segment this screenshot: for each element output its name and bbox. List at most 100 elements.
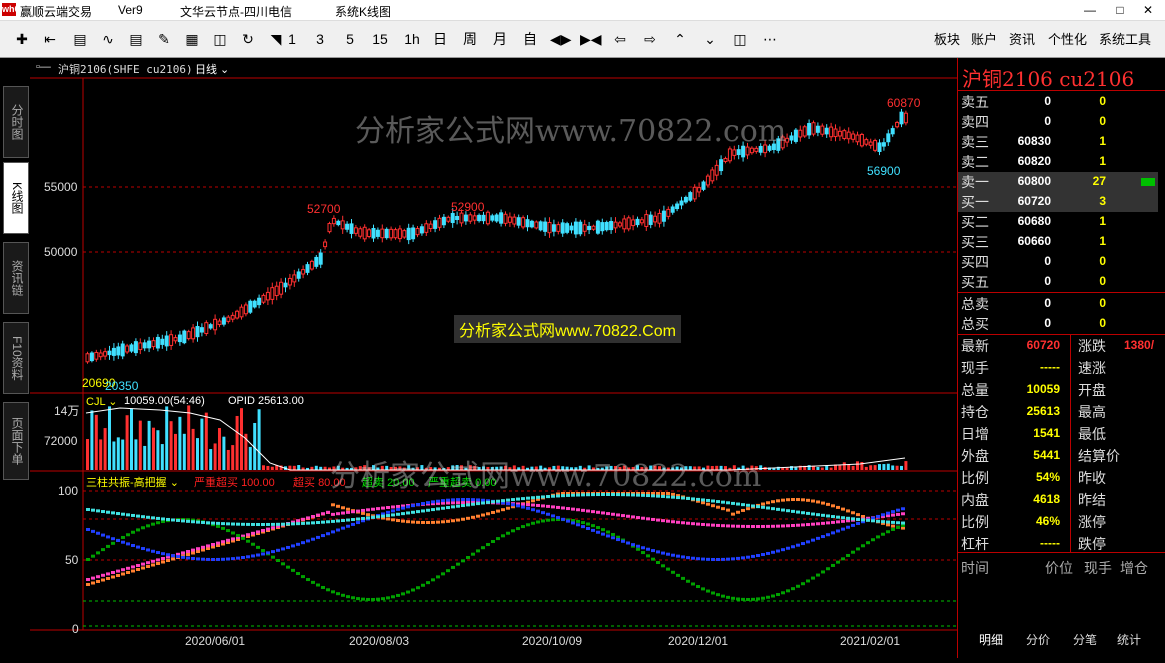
layout-icon[interactable]: ◫ <box>730 29 750 49</box>
total-row[interactable]: 总卖 0 0 <box>958 294 1158 314</box>
osc-selector[interactable]: 三柱共振-高把握 ⌄ <box>86 474 179 490</box>
osc-mark <box>821 513 825 517</box>
bar-icon[interactable]: ▦ <box>182 29 202 49</box>
osc-mark <box>741 597 745 601</box>
osc-mark <box>831 504 835 508</box>
candle-body <box>490 215 495 221</box>
osc-mark <box>846 516 850 520</box>
osc-mark <box>396 519 400 523</box>
order-book-row[interactable]: 买四 0 0 <box>958 252 1158 272</box>
osc-mark <box>456 501 460 505</box>
menu-system-tools[interactable]: 系统工具 <box>1099 29 1151 48</box>
period-selector[interactable]: 日线 ⌄ <box>195 61 229 77</box>
tab-kline[interactable]: K线图 <box>3 162 29 234</box>
line-chart-icon[interactable]: ∿ <box>98 29 118 49</box>
osc-mark <box>511 503 515 507</box>
osc-mark <box>386 506 390 510</box>
back-icon[interactable]: ⇤ <box>40 29 60 49</box>
zoom-out-icon[interactable]: ▶◀ <box>580 29 602 49</box>
minimize-icon[interactable]: — <box>1075 0 1105 20</box>
chart-area[interactable]: 55000 50000 14万 72000 100 50 0 ▫— 沪铜2106… <box>30 58 957 658</box>
period-3[interactable]: 3 <box>310 29 330 49</box>
trade-header-time: 时间 <box>961 560 989 576</box>
osc-mark <box>746 507 750 511</box>
kline-icon[interactable]: ▤ <box>126 29 146 49</box>
order-book-row[interactable]: 买三 60660 1 <box>958 232 1158 252</box>
row-price: 0 <box>1044 94 1051 108</box>
volume-bar <box>297 465 301 470</box>
row-price: 60660 <box>1017 234 1051 248</box>
order-book-row[interactable]: 卖五 0 0 <box>958 92 1158 112</box>
osc-mark <box>771 500 775 504</box>
osc-mark <box>616 538 620 542</box>
osc-mark <box>111 511 115 515</box>
total-row[interactable]: 总买 0 0 <box>958 314 1158 334</box>
order-book-row[interactable]: 卖三 60830 1 <box>958 132 1158 152</box>
arrow-down-icon[interactable]: ⌄ <box>700 29 720 49</box>
order-book-row[interactable]: 买二 60680 1 <box>958 212 1158 232</box>
osc-mark <box>796 584 800 588</box>
save-icon[interactable]: ◫ <box>210 29 230 49</box>
row-price: 0 <box>1044 274 1051 288</box>
refresh-icon[interactable]: ↻ <box>238 29 258 49</box>
osc-mark <box>451 501 455 505</box>
tab-stats[interactable]: 统计 <box>1117 631 1141 648</box>
arrow-up-icon[interactable]: ⌃ <box>670 29 690 49</box>
candle-body <box>103 351 108 357</box>
volume-bar <box>112 441 116 470</box>
period-month[interactable]: 月 <box>490 29 510 49</box>
tab-ticks[interactable]: 分笔 <box>1073 631 1097 648</box>
osc-mark <box>201 548 205 552</box>
osc-mark <box>836 520 840 524</box>
close-icon[interactable]: ✕ <box>1133 0 1163 20</box>
menu-sector[interactable]: 板块 <box>934 29 960 48</box>
osc-mark <box>886 523 890 527</box>
candle-body <box>160 338 165 345</box>
arrow-right-icon[interactable]: ⇨ <box>640 29 660 49</box>
row-label: 卖五 <box>961 94 989 110</box>
osc-mark <box>116 512 120 516</box>
tab-detail[interactable]: 明细 <box>979 631 1003 648</box>
volume-selector[interactable]: CJL ⌄ <box>86 395 117 408</box>
tab-order[interactable]: 页面下单 <box>3 402 29 480</box>
maximize-icon[interactable]: □ <box>1105 0 1135 20</box>
grid-icon[interactable]: ✚ <box>12 29 32 49</box>
draw-icon[interactable]: ✎ <box>154 29 174 49</box>
menu-personalize[interactable]: 个性化 <box>1048 29 1087 48</box>
period-custom[interactable]: 自 <box>520 29 540 49</box>
tab-f10[interactable]: F10资料 <box>3 322 29 394</box>
osc-mark <box>566 519 570 523</box>
osc-mark <box>151 563 155 567</box>
osc-mark <box>176 555 180 559</box>
osc-mark <box>156 562 160 565</box>
menu-account[interactable]: 账户 <box>971 29 997 48</box>
order-book-row[interactable]: 买一 60720 3 <box>958 192 1158 212</box>
candle-body <box>349 223 354 234</box>
tab-news-chain[interactable]: 资讯链 <box>3 242 29 314</box>
stat-value: 4618 <box>1033 492 1060 506</box>
fit-icon[interactable]: ◀▶ <box>550 29 572 49</box>
osc-mark <box>346 510 350 514</box>
tab-timeshare[interactable]: 分时图 <box>3 86 29 158</box>
period-day[interactable]: 日 <box>430 29 450 49</box>
osc-mark <box>376 515 380 519</box>
period-1h[interactable]: 1h <box>400 29 424 49</box>
arrow-left-icon[interactable]: ⇦ <box>610 29 630 49</box>
period-1[interactable]: 1 <box>282 29 302 49</box>
period-15[interactable]: 15 <box>368 29 392 49</box>
order-book-row[interactable]: 卖二 60820 1 <box>958 152 1158 172</box>
osc-mark <box>366 508 370 512</box>
menu-news[interactable]: 资讯 <box>1009 29 1035 48</box>
order-book-row[interactable]: 卖四 0 0 <box>958 112 1158 132</box>
order-book-row[interactable]: 买五 0 0 <box>958 272 1158 292</box>
period-week[interactable]: 周 <box>460 29 480 49</box>
order-book-row[interactable]: 卖一 60800 27 <box>958 172 1158 192</box>
more-icon[interactable]: ⋯ <box>760 29 780 49</box>
stat-value: 1541 <box>1033 426 1060 440</box>
table-icon[interactable]: ▤ <box>70 29 90 49</box>
osc-mark <box>341 593 345 597</box>
osc-mark <box>881 520 885 524</box>
period-5[interactable]: 5 <box>340 29 360 49</box>
tab-price-dist[interactable]: 分价 <box>1026 631 1050 648</box>
osc-mark <box>131 569 135 573</box>
